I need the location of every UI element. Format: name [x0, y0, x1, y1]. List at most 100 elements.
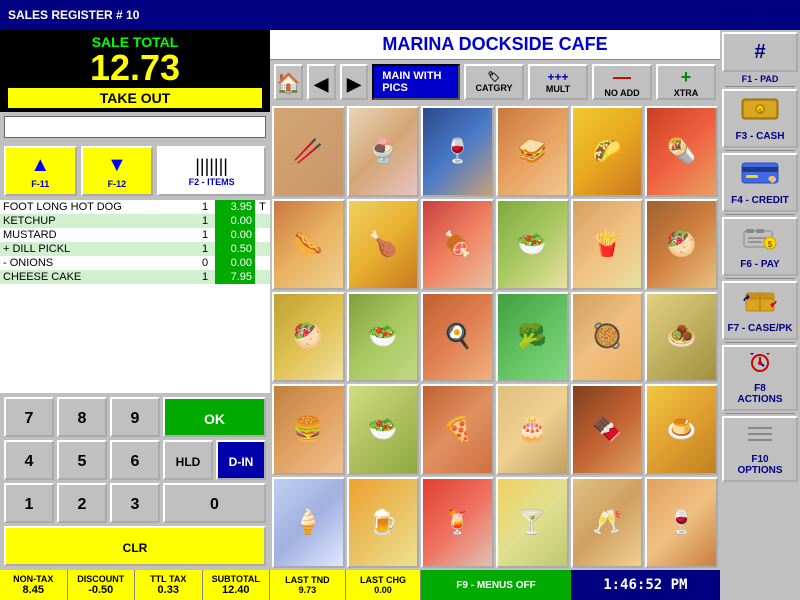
- catgry-button[interactable]: 🏷 CATGRY: [464, 64, 524, 100]
- food-item[interactable]: 🥂: [571, 477, 644, 568]
- food-item[interactable]: 🥗: [496, 199, 569, 290]
- food-item[interactable]: 🌯: [645, 106, 718, 197]
- food-item[interactable]: 🍷: [645, 477, 718, 568]
- f7-casepack-button[interactable]: F7 - CASE/PK: [722, 281, 798, 340]
- f10-options-button[interactable]: F10 OPTIONS: [722, 416, 798, 482]
- food-item[interactable]: 🍕: [421, 384, 494, 475]
- restaurant-title: MARINA DOCKSIDE CAFE: [270, 30, 720, 60]
- divider-4: [725, 278, 795, 279]
- hld-button[interactable]: HLD: [163, 440, 213, 480]
- food-item[interactable]: 🍳: [421, 292, 494, 383]
- food-item[interactable]: 🍹: [421, 477, 494, 568]
- num-4[interactable]: 4: [4, 440, 54, 480]
- function-buttons: ▲ F-11 ▼ F-12 ||||||| F2 - ITEMS: [0, 142, 270, 200]
- food-emoji: 🥗: [349, 386, 418, 473]
- item-flag: [255, 242, 270, 256]
- food-emoji: 🥦: [498, 294, 567, 381]
- no-add-button[interactable]: — NO ADD: [592, 64, 652, 100]
- food-item[interactable]: 🌮: [571, 106, 644, 197]
- din-button[interactable]: D-IN: [216, 440, 266, 480]
- food-item[interactable]: 🥦: [496, 292, 569, 383]
- order-table: FOOT LONG HOT DOG 1 3.95 TKETCHUP 1 0.00…: [0, 200, 270, 284]
- order-row[interactable]: - ONIONS 0 0.00: [0, 256, 270, 270]
- order-row[interactable]: CHEESE CAKE 1 7.95: [0, 270, 270, 284]
- num-8[interactable]: 8: [57, 397, 107, 437]
- clr-button[interactable]: CLR: [4, 526, 266, 566]
- header: SALES REGISTER # 10: [0, 0, 800, 30]
- num-7[interactable]: 7: [4, 397, 54, 437]
- food-item[interactable]: 🍗: [347, 199, 420, 290]
- barcode-input[interactable]: [4, 116, 266, 138]
- xtra-button[interactable]: + XTRA: [656, 64, 716, 100]
- order-row[interactable]: MUSTARD 1 0.00: [0, 228, 270, 242]
- f3-cash-button[interactable]: $ F3 - CASH: [722, 89, 798, 148]
- food-item[interactable]: 🌭: [272, 199, 345, 290]
- food-item[interactable]: 🎂: [496, 384, 569, 475]
- home-button[interactable]: 🏠: [274, 64, 303, 100]
- food-emoji: 🌭: [274, 201, 343, 288]
- up-arrow-icon: ▲: [30, 154, 50, 177]
- food-item[interactable]: 🍨: [347, 106, 420, 197]
- num-1[interactable]: 1: [4, 483, 54, 523]
- f1-pad-button[interactable]: #: [722, 32, 798, 72]
- f8-actions-button[interactable]: F8 ACTIONS: [722, 345, 798, 411]
- no-add-label: NO ADD: [604, 88, 639, 98]
- food-item[interactable]: 🥙: [645, 199, 718, 290]
- f3-cash-label: F3 - CASH: [736, 131, 785, 142]
- mult-button[interactable]: +++ MULT: [528, 64, 588, 100]
- food-item[interactable]: 🥗: [347, 384, 420, 475]
- divider-5: [725, 342, 795, 343]
- f12-button[interactable]: ▼ F-12: [81, 146, 154, 196]
- num-6[interactable]: 6: [110, 440, 160, 480]
- left-panel: SALE TOTAL 12.73 TAKE OUT ▲ F-11 ▼ F-12 …: [0, 30, 270, 600]
- food-emoji: 🍫: [573, 386, 642, 473]
- food-item[interactable]: 🍮: [645, 384, 718, 475]
- food-item[interactable]: 🍖: [421, 199, 494, 290]
- food-item[interactable]: 🥪: [496, 106, 569, 197]
- food-emoji: 🌯: [647, 108, 716, 195]
- num-0[interactable]: 0: [163, 483, 266, 523]
- num-5[interactable]: 5: [57, 440, 107, 480]
- food-item[interactable]: 🍔: [272, 384, 345, 475]
- food-item[interactable]: 🥘: [571, 292, 644, 383]
- order-row[interactable]: KETCHUP 1 0.00: [0, 214, 270, 228]
- food-item[interactable]: 🧆: [645, 292, 718, 383]
- f1-pad-label: F1 - PAD: [722, 74, 798, 84]
- f2-items-button[interactable]: ||||||| F2 - ITEMS: [157, 146, 266, 196]
- f11-button[interactable]: ▲ F-11: [4, 146, 77, 196]
- ok-button[interactable]: OK: [163, 397, 266, 437]
- num-2[interactable]: 2: [57, 483, 107, 523]
- active-category[interactable]: MAIN WITH PICS: [372, 64, 460, 100]
- food-item[interactable]: 🍟: [571, 199, 644, 290]
- food-item[interactable]: 🥙: [272, 292, 345, 383]
- food-item[interactable]: 🍫: [571, 384, 644, 475]
- f6-pay-button[interactable]: $ F6 - PAY: [722, 217, 798, 276]
- food-item[interactable]: 🥗: [347, 292, 420, 383]
- item-name: - ONIONS: [0, 256, 195, 270]
- f6-pay-label: F6 - PAY: [740, 259, 779, 270]
- divider-1: [725, 86, 795, 87]
- order-row[interactable]: FOOT LONG HOT DOG 1 3.95 T: [0, 200, 270, 214]
- casepack-icon: [742, 287, 778, 321]
- f11-label: F-11: [31, 179, 49, 189]
- food-item[interactable]: 🍷: [421, 106, 494, 197]
- f4-credit-button[interactable]: F4 - CREDIT: [722, 153, 798, 212]
- food-emoji: 🍷: [647, 479, 716, 566]
- food-item[interactable]: 🥢: [272, 106, 345, 197]
- food-emoji: 🍨: [349, 108, 418, 195]
- num-3[interactable]: 3: [110, 483, 160, 523]
- item-flag: [255, 256, 270, 270]
- food-item[interactable]: 🍦: [272, 477, 345, 568]
- next-category-button[interactable]: ▶: [340, 64, 369, 100]
- numpad-grid: 7 8 9 OK 4 5 6 HLD D-IN 1 2 3 0 CLR: [4, 397, 266, 566]
- num-9[interactable]: 9: [110, 397, 160, 437]
- ttl-tax-value: 0.33: [158, 584, 179, 596]
- food-item[interactable]: 🍸: [496, 477, 569, 568]
- f9-menus-button[interactable]: F9 - MENUS OFF: [421, 570, 570, 600]
- food-emoji: 🥗: [349, 294, 418, 381]
- order-row[interactable]: + DILL PICKL 1 0.50: [0, 242, 270, 256]
- prev-category-button[interactable]: ◀: [307, 64, 336, 100]
- item-price: 7.95: [215, 270, 255, 284]
- item-qty: 1: [195, 228, 215, 242]
- food-item[interactable]: 🍺: [347, 477, 420, 568]
